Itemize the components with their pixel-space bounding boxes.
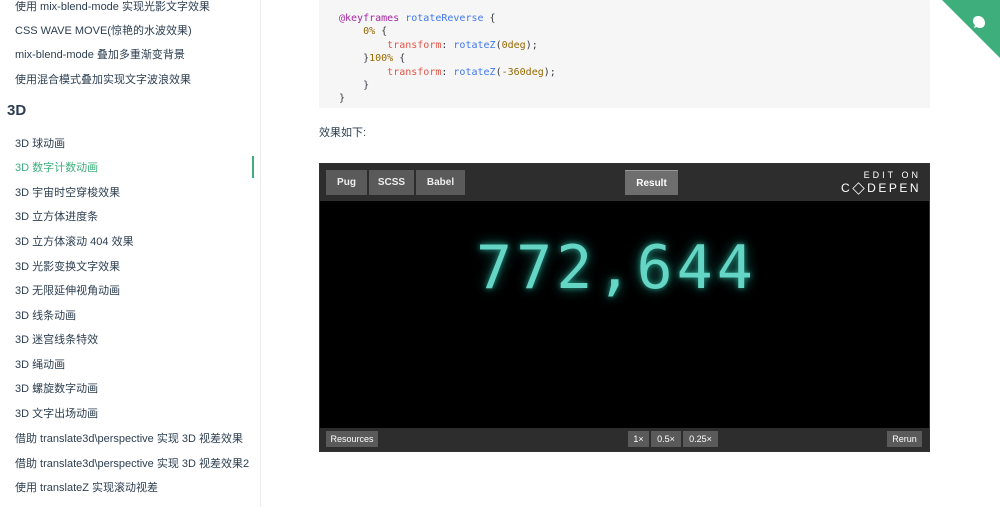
- sidebar-item[interactable]: 3D 球动画: [15, 137, 65, 151]
- github-octocat-icon: [942, 0, 1000, 58]
- counter-display: 772,644: [476, 233, 757, 303]
- sidebar-section-heading: 3D: [7, 102, 27, 119]
- codepen-logo-icon: [852, 181, 865, 195]
- effect-label: 效果如下:: [319, 127, 367, 139]
- sidebar-item[interactable]: 3D 螺旋数字动画: [15, 382, 98, 396]
- sidebar-item[interactable]: 3D 绳动画: [15, 358, 65, 372]
- codepen-c: C: [840, 181, 853, 195]
- code-value-100: -360deg: [501, 66, 544, 78]
- code-keyword: @keyframes: [339, 13, 400, 24]
- code-property: transform: [387, 39, 442, 51]
- sidebar-item[interactable]: 3D 立方体进度条: [15, 210, 98, 224]
- sidebar-item[interactable]: 3D 立方体滚动 404 效果: [15, 235, 134, 249]
- sidebar-item[interactable]: CSS WAVE MOVE(惊艳的水波效果): [15, 24, 192, 38]
- code-block: @keyframes rotateReverse { 0% { transfor…: [319, 0, 930, 108]
- sidebar-item[interactable]: 3D 线条动画: [15, 309, 76, 323]
- embed-toolbar: Pug SCSS Babel Result EDIT ON C DEPEN: [320, 164, 929, 201]
- edit-on-codepen-link[interactable]: EDIT ON C DEPEN: [841, 170, 921, 195]
- code-function: rotateZ: [453, 66, 496, 78]
- sidebar-item[interactable]: 3D 迷宫线条特效: [15, 333, 98, 347]
- tab-babel[interactable]: Babel: [416, 170, 465, 195]
- code-property: transform: [387, 66, 442, 78]
- sidebar: 使用 mix-blend-mode 实现光影文字效果 CSS WAVE MOVE…: [0, 0, 261, 507]
- tab-result[interactable]: Result: [625, 170, 678, 195]
- codepen-embed: Pug SCSS Babel Result EDIT ON C DEPEN 772…: [319, 163, 930, 452]
- code-keyframe-0: 0%: [363, 26, 376, 38]
- code-function: rotateZ: [453, 39, 496, 51]
- rerun-button[interactable]: Rerun: [887, 431, 922, 447]
- sidebar-item[interactable]: 3D 光影变换文字效果: [15, 260, 120, 274]
- sidebar-item[interactable]: 使用混合模式叠加实现文字波浪效果: [15, 73, 191, 87]
- sidebar-item[interactable]: 借助 translate3d\perspective 实现 3D 视差效果2: [15, 457, 249, 471]
- code-animation-name: rotateReverse: [405, 13, 484, 24]
- zoom-05x-button[interactable]: 0.5×: [651, 431, 681, 447]
- sidebar-item[interactable]: 使用 translateZ 实现滚动视差: [15, 481, 158, 495]
- sidebar-item[interactable]: 使用 mix-blend-mode 实现光影文字效果: [15, 0, 210, 14]
- sidebar-item[interactable]: 借助 translate3d\perspective 实现 3D 视差效果: [15, 432, 243, 446]
- resources-button[interactable]: Resources: [326, 431, 378, 447]
- github-corner[interactable]: [942, 0, 1000, 58]
- sidebar-item[interactable]: 3D 无限延伸视角动画: [15, 284, 120, 298]
- code-value-0: 0deg: [501, 39, 526, 51]
- codepen-brand: DEPEN: [867, 181, 921, 195]
- sidebar-item[interactable]: 3D 文字出场动画: [15, 407, 98, 421]
- zoom-1x-button[interactable]: 1×: [628, 431, 649, 447]
- embed-footer: Resources 1× 0.5× 0.25× Rerun: [320, 428, 929, 451]
- sidebar-item[interactable]: 3D 宇宙时空穿梭效果: [15, 186, 120, 200]
- code-keyframe-100: 100%: [369, 53, 394, 65]
- sidebar-item[interactable]: mix-blend-mode 叠加多重渐变背景: [15, 48, 185, 62]
- sidebar-active-indicator: [252, 156, 254, 178]
- zoom-025x-button[interactable]: 0.25×: [683, 431, 718, 447]
- tab-scss[interactable]: SCSS: [369, 170, 414, 195]
- result-stage: 772,644: [320, 201, 929, 430]
- edit-on-label: EDIT ON: [863, 170, 921, 180]
- sidebar-item-active[interactable]: 3D 数字计数动画: [15, 161, 98, 175]
- tab-pug[interactable]: Pug: [326, 170, 367, 195]
